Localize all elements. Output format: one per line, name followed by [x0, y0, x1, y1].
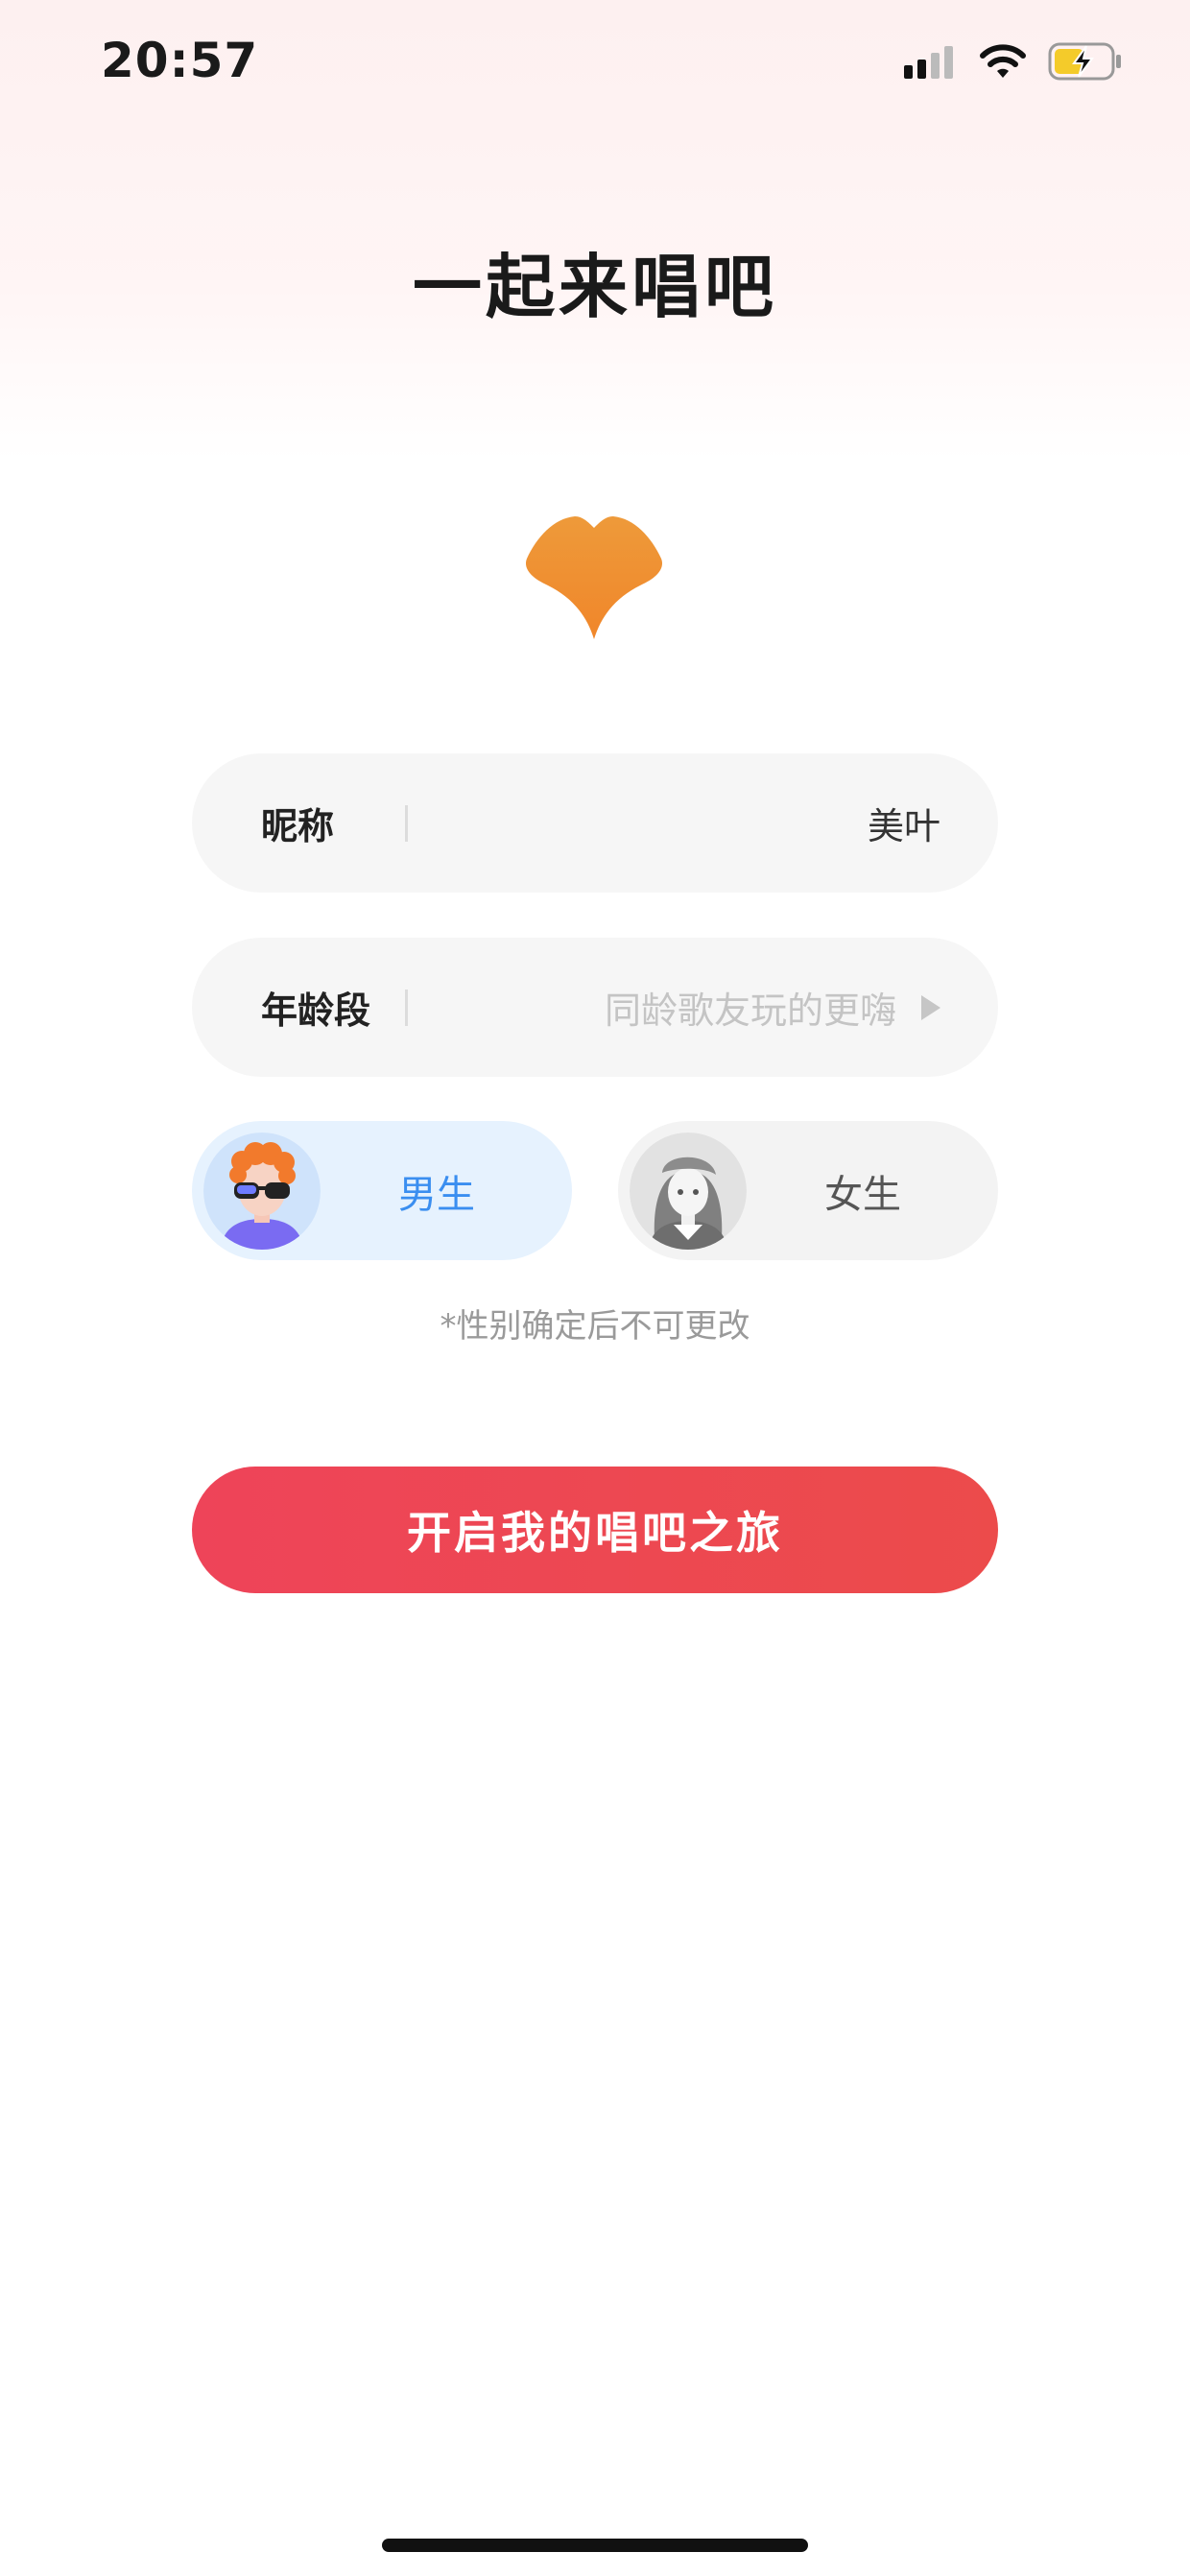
status-time: 20:57: [101, 33, 259, 88]
female-avatar-icon: [630, 1132, 747, 1250]
gender-male-label: 男生: [398, 1172, 475, 1217]
gender-male-option[interactable]: 男生: [192, 1121, 572, 1260]
nickname-field[interactable]: 昵称 美叶: [192, 753, 998, 893]
cellular-signal-icon: [904, 46, 953, 79]
gender-hint: *性别确定后不可更改: [440, 1307, 750, 1346]
male-avatar-icon: [203, 1132, 321, 1250]
battery-charging-icon: [1048, 42, 1121, 81]
gender-female-option[interactable]: 女生: [618, 1121, 998, 1260]
nickname-label: 昵称: [261, 805, 335, 847]
ginkgo-logo-icon: [525, 516, 663, 639]
nickname-input[interactable]: 美叶: [431, 797, 940, 849]
status-bar: 20:57: [0, 0, 1190, 134]
gender-female-label: 女生: [824, 1172, 901, 1217]
field-divider: [405, 804, 408, 842]
age-select[interactable]: 同龄歌友玩的更嗨: [431, 981, 896, 1034]
age-label: 年龄段: [261, 990, 371, 1032]
page-title: 一起来唱吧: [412, 247, 777, 327]
home-indicator[interactable]: [382, 2539, 808, 2552]
arrow-right-icon: [921, 994, 940, 1020]
start-journey-button[interactable]: 开启我的唱吧之旅: [192, 1467, 998, 1593]
age-field[interactable]: 年龄段 同龄歌友玩的更嗨: [192, 938, 998, 1077]
field-divider: [405, 989, 408, 1026]
wifi-icon: [980, 44, 1026, 78]
status-icons: [904, 42, 1123, 81]
